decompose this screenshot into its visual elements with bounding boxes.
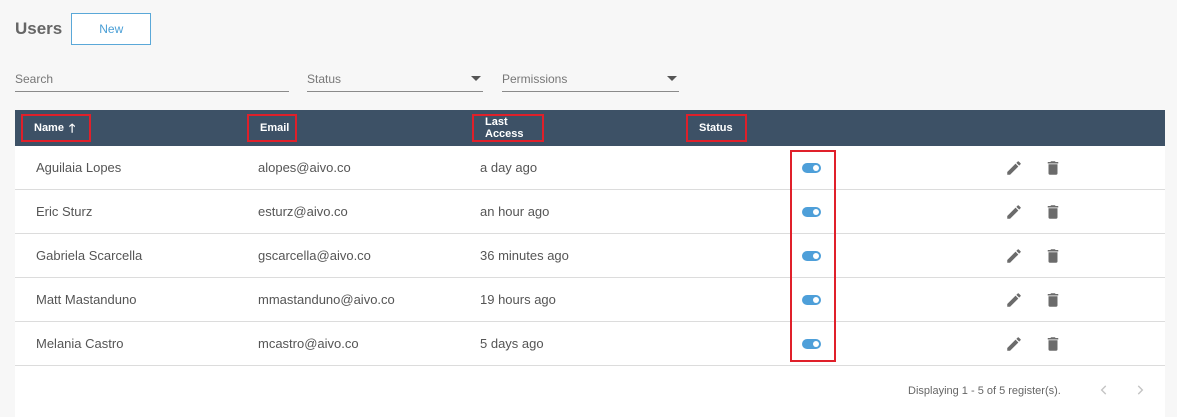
chevron-left-icon[interactable] (1096, 382, 1112, 398)
user-last-access: a day ago (480, 160, 538, 175)
users-table: Name 🡑 Email Last Access Status Aguilaia… (15, 110, 1165, 366)
table-header: Name 🡑 Email Last Access Status (15, 110, 1165, 146)
column-header-status-label: Status (699, 122, 733, 134)
column-header-last-access-label: Last Access (485, 116, 524, 140)
trash-icon[interactable] (1043, 334, 1063, 354)
status-toggle[interactable] (802, 339, 821, 349)
table-row: Melania Castro mcastro@aivo.co 5 days ag… (15, 322, 1165, 366)
user-name: Aguilaia Lopes (36, 160, 122, 175)
chevron-right-icon[interactable] (1132, 382, 1148, 398)
user-email: mcastro@aivo.co (258, 336, 359, 351)
column-header-name-label: Name (34, 122, 64, 134)
user-last-access: an hour ago (480, 204, 550, 219)
arrow-up-icon: 🡑 (68, 121, 76, 135)
search-input[interactable] (15, 68, 289, 90)
user-email: gscarcella@aivo.co (258, 248, 371, 263)
table-row: Eric Sturz esturz@aivo.co an hour ago (15, 190, 1165, 234)
column-header-name[interactable]: Name 🡑 (21, 114, 91, 142)
user-name: Matt Mastanduno (36, 292, 137, 307)
permissions-select[interactable]: Permissions (502, 68, 679, 92)
user-name: Melania Castro (36, 336, 124, 351)
table-row: Gabriela Scarcella gscarcella@aivo.co 36… (15, 234, 1165, 278)
status-select-label: Status (307, 72, 342, 86)
filter-bar: Status Permissions (0, 68, 1177, 92)
user-name: Eric Sturz (36, 204, 93, 219)
status-toggle[interactable] (802, 295, 821, 305)
pencil-icon[interactable] (1004, 290, 1024, 310)
permissions-dropdown-icon (667, 76, 677, 81)
user-email: esturz@aivo.co (258, 204, 348, 219)
trash-icon[interactable] (1043, 158, 1063, 178)
status-dropdown-icon (471, 76, 481, 81)
trash-icon[interactable] (1043, 246, 1063, 266)
user-email: mmastanduno@aivo.co (258, 292, 395, 307)
column-header-email-label: Email (260, 122, 290, 134)
column-header-last-access[interactable]: Last Access (472, 114, 544, 142)
user-name: Gabriela Scarcella (36, 248, 143, 263)
table-row: Matt Mastanduno mmastanduno@aivo.co 19 h… (15, 278, 1165, 322)
new-user-button[interactable]: New (71, 13, 152, 45)
user-email: alopes@aivo.co (258, 160, 351, 175)
permissions-select-label: Permissions (502, 72, 568, 86)
status-toggle[interactable] (802, 251, 821, 261)
status-toggle[interactable] (802, 163, 821, 173)
pencil-icon[interactable] (1004, 334, 1024, 354)
pencil-icon[interactable] (1004, 158, 1024, 178)
status-select[interactable]: Status (307, 68, 483, 92)
table-row: Aguilaia Lopes alopes@aivo.co a day ago (15, 146, 1165, 190)
table-body: Aguilaia Lopes alopes@aivo.co a day ago … (15, 146, 1165, 366)
user-last-access: 19 hours ago (480, 292, 556, 307)
trash-icon[interactable] (1043, 202, 1063, 222)
pagination-info: Displaying 1 - 5 of 5 register(s). (908, 385, 1061, 397)
status-toggle[interactable] (802, 207, 821, 217)
column-header-status[interactable]: Status (686, 114, 747, 142)
user-last-access: 36 minutes ago (480, 248, 569, 263)
table-footer: Displaying 1 - 5 of 5 register(s). (15, 366, 1165, 417)
pencil-icon[interactable] (1004, 202, 1024, 222)
page-header: Users New (15, 13, 152, 45)
trash-icon[interactable] (1043, 290, 1063, 310)
column-header-email[interactable]: Email (247, 114, 297, 142)
pencil-icon[interactable] (1004, 246, 1024, 266)
user-last-access: 5 days ago (480, 336, 544, 351)
page-title: Users (15, 19, 63, 38)
search-field[interactable] (15, 68, 289, 92)
